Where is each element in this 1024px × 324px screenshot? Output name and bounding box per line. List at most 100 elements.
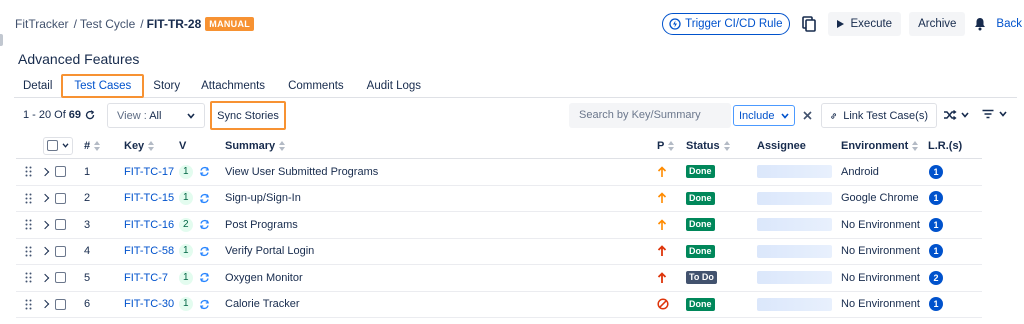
linked-runs-badge[interactable]: 2 (929, 270, 943, 285)
row-checkbox[interactable] (55, 192, 66, 204)
status-value: To Do (686, 271, 717, 285)
test-case-summary[interactable]: Oxygen Monitor (225, 272, 303, 284)
col-num[interactable]: # (84, 140, 101, 152)
test-case-summary[interactable]: Sign-up/Sign-In (225, 192, 301, 204)
col-status[interactable]: Status (686, 140, 730, 152)
version-value: 1 (179, 270, 193, 285)
test-case-summary[interactable]: Post Programs (225, 219, 298, 231)
table-row[interactable]: 3 FIT-TC-16 2 Post Programs Done No Envi… (16, 212, 982, 239)
sync-version-icon[interactable] (199, 193, 210, 204)
expand-row-icon[interactable] (40, 247, 50, 256)
clear-search-icon[interactable] (801, 108, 813, 122)
archive-button[interactable]: Archive (909, 12, 966, 36)
table-row[interactable]: 1 FIT-TC-17 1 View User Submitted Progra… (16, 159, 982, 186)
test-case-key-link[interactable]: FIT-TC-15 (124, 192, 174, 204)
search-input[interactable]: Search by Key/Summary (569, 103, 731, 128)
drag-handle-icon[interactable] (25, 246, 32, 257)
view-select[interactable]: View : All (107, 103, 205, 128)
trigger-cicd-label: Trigger CI/CD Rule (685, 18, 783, 30)
environment-value: No Environment (841, 245, 920, 258)
linked-runs-badge[interactable]: 1 (929, 297, 943, 312)
assignee-cell[interactable] (757, 165, 832, 179)
sync-version-icon[interactable] (199, 219, 210, 230)
tab-attachments[interactable]: Attachments (189, 74, 277, 98)
drag-handle-icon[interactable] (25, 219, 32, 230)
col-summary[interactable]: Summary (225, 140, 286, 152)
breadcrumb-test-cycle[interactable]: Test Cycle (80, 17, 135, 31)
assignee-cell[interactable] (757, 191, 832, 205)
table-row[interactable]: 4 FIT-TC-58 1 Verify Portal Login Done N… (16, 239, 982, 265)
tab-story[interactable]: Story (144, 74, 189, 98)
linked-runs-badge[interactable]: 1 (929, 244, 943, 259)
row-checkbox[interactable] (55, 272, 66, 284)
col-environment[interactable]: Environment (841, 139, 919, 152)
back-link[interactable]: Back (996, 18, 1022, 30)
tab-audit-logs[interactable]: Audit Logs (355, 74, 433, 98)
tab-comments[interactable]: Comments (277, 74, 355, 98)
test-case-key-link[interactable]: FIT-TC-58 (124, 245, 174, 257)
expand-row-icon[interactable] (40, 220, 50, 229)
status-value: Done (686, 218, 715, 232)
include-select[interactable]: Include (733, 105, 795, 126)
row-number: 2 (84, 192, 91, 205)
assignee-cell[interactable] (757, 297, 832, 311)
sync-stories-button[interactable]: Sync Stories (210, 101, 286, 130)
expand-row-icon[interactable] (40, 300, 50, 309)
sync-version-icon[interactable] (199, 272, 210, 283)
sync-version-icon[interactable] (199, 299, 210, 310)
table-row[interactable]: 6 FIT-TC-30 1 Calorie Tracker Done No En… (16, 292, 982, 318)
assignee-cell[interactable] (757, 218, 832, 232)
test-case-key-link[interactable]: FIT-TC-30 (124, 298, 174, 310)
assignee-placeholder (757, 297, 832, 311)
test-case-summary[interactable]: Calorie Tracker (225, 298, 300, 310)
drag-handle-icon[interactable] (25, 299, 32, 310)
expand-row-icon[interactable] (40, 167, 50, 176)
expand-row-icon[interactable] (40, 273, 50, 282)
copy-icon[interactable] (798, 13, 820, 35)
execute-button[interactable]: Execute (827, 12, 902, 36)
test-case-key-link[interactable]: FIT-TC-7 (124, 272, 168, 284)
select-all-control[interactable] (43, 136, 73, 155)
pager-of: Of (54, 109, 66, 121)
sync-version-icon[interactable] (199, 246, 210, 257)
pager-total: 69 (68, 109, 82, 121)
test-case-key-link[interactable]: FIT-TC-17 (124, 166, 174, 178)
drag-handle-icon[interactable] (25, 166, 32, 177)
select-all-checkbox[interactable] (47, 140, 58, 151)
col-key[interactable]: Key (124, 140, 155, 152)
table-row[interactable]: 2 FIT-TC-15 1 Sign-up/Sign-In Done Googl… (16, 186, 982, 212)
drag-handle-icon[interactable] (25, 272, 32, 283)
expand-row-icon[interactable] (40, 194, 50, 203)
linked-runs-count: 1 (929, 191, 943, 206)
row-checkbox[interactable] (55, 298, 66, 310)
notification-bell-icon[interactable] (973, 16, 987, 32)
sync-version-icon[interactable] (199, 166, 210, 177)
tab-detail[interactable]: Detail (14, 74, 61, 98)
link-test-cases-button[interactable]: Link Test Case(s) (821, 103, 937, 128)
trigger-cicd-button[interactable]: Trigger CI/CD Rule (662, 13, 790, 35)
drag-handle-icon[interactable] (25, 193, 32, 204)
test-case-summary[interactable]: Verify Portal Login (225, 245, 314, 257)
shuffle-menu-button[interactable] (943, 109, 969, 121)
col-environment-label: Environment (841, 139, 909, 152)
row-checkbox[interactable] (55, 245, 66, 257)
row-checkbox[interactable] (55, 219, 66, 231)
refresh-icon[interactable] (85, 110, 95, 120)
breadcrumb-project[interactable]: FitTracker (15, 17, 69, 31)
tab-test-cases[interactable]: Test Cases (61, 74, 145, 98)
assignee-cell[interactable] (757, 271, 832, 285)
linked-runs-badge[interactable]: 1 (929, 217, 943, 232)
toolbar: 1 - 20 Of 69 View : All Sync Stories Sea… (0, 101, 1024, 131)
linked-runs-badge[interactable]: 1 (929, 191, 943, 206)
col-priority[interactable]: P (657, 140, 675, 152)
test-case-summary[interactable]: View User Submitted Programs (225, 166, 378, 178)
table-row[interactable]: 5 FIT-TC-7 1 Oxygen Monitor To Do No Env… (16, 265, 982, 292)
status-value: Done (686, 165, 715, 179)
environment-value: No Environment (841, 218, 920, 231)
row-checkbox[interactable] (55, 166, 66, 178)
filter-menu-button[interactable] (982, 109, 1007, 119)
test-case-key-link[interactable]: FIT-TC-16 (124, 219, 174, 231)
assignee-cell[interactable] (757, 244, 832, 258)
select-all-dropdown[interactable] (43, 136, 73, 155)
linked-runs-badge[interactable]: 1 (929, 164, 943, 179)
